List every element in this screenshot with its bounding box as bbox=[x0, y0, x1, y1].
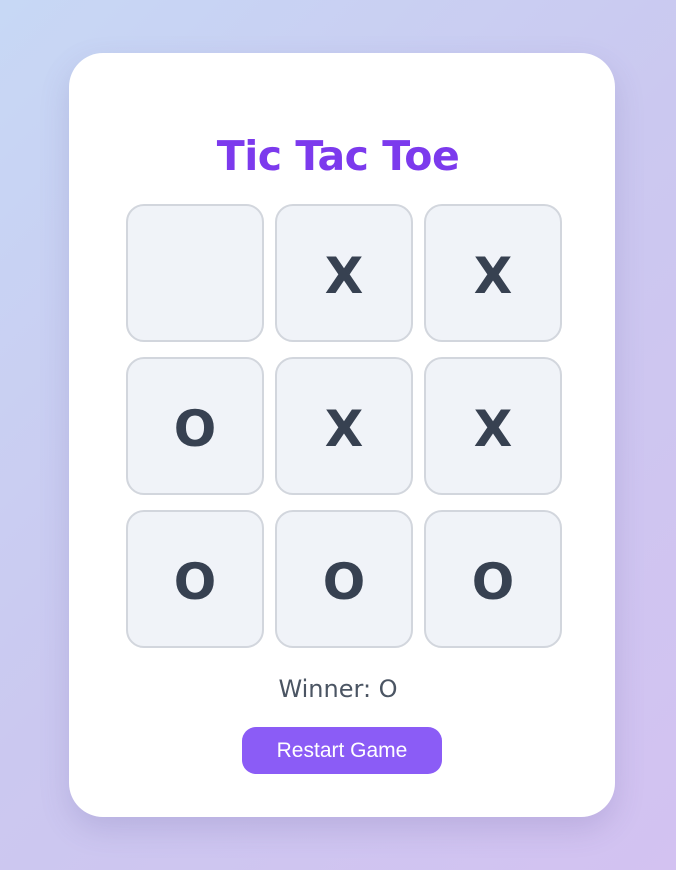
board-cell-3[interactable]: X bbox=[424, 204, 562, 342]
board-cell-1[interactable] bbox=[126, 204, 264, 342]
game-status: Winner: O bbox=[278, 675, 398, 703]
board-cell-8[interactable]: O bbox=[275, 510, 413, 648]
board-cell-4[interactable]: O bbox=[126, 357, 264, 495]
board-cell-9[interactable]: O bbox=[424, 510, 562, 648]
board-cell-7[interactable]: O bbox=[126, 510, 264, 648]
board-cell-5[interactable]: X bbox=[275, 357, 413, 495]
game-title: Tic Tac Toe bbox=[216, 132, 460, 180]
game-board: X X O X X O O O bbox=[126, 204, 562, 648]
board-cell-2[interactable]: X bbox=[275, 204, 413, 342]
restart-game-button[interactable]: Restart Game bbox=[242, 727, 442, 774]
board-cell-6[interactable]: X bbox=[424, 357, 562, 495]
